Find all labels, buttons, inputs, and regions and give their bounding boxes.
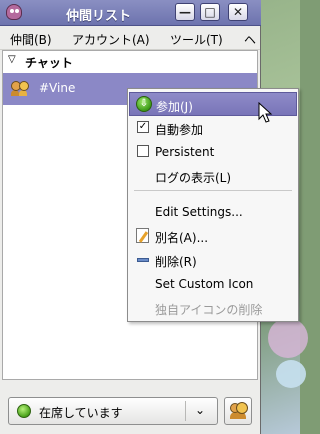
title-bar[interactable]: 仲間リスト — □ ✕ [0,0,261,26]
pidgin-app-icon [6,4,22,20]
minimize-button[interactable]: — [175,3,195,21]
window-title: 仲間リスト [66,9,132,24]
menu-item-persistent[interactable]: Persistent [129,140,297,164]
remove-icon [137,258,149,262]
menu-item-label: 独自アイコンの削除 [155,303,263,317]
checkbox-unchecked-icon[interactable] [137,145,149,157]
menu-item-label: 別名(A)... [155,231,209,245]
menu-item-label: Edit Settings... [155,205,243,219]
menu-item-remove-custom-icon: 独自アイコンの削除 [129,296,297,320]
status-area: 在席しています ⌄ [2,393,258,429]
menu-buddies[interactable]: 仲間(B) [10,31,52,48]
desktop-flower-decoration [268,318,308,358]
menu-separator [134,190,292,191]
status-selector[interactable]: 在席しています ⌄ [8,397,218,425]
buddy-icon-button[interactable] [224,397,252,425]
close-icon: ✕ [232,5,244,19]
expander-arrow-icon[interactable]: ▽ [8,54,16,65]
alias-icon [136,228,149,243]
maximize-icon: □ [204,5,216,19]
menu-item-edit-settings[interactable]: Edit Settings... [129,200,297,224]
group-row-chat[interactable]: ▽ チャット [3,53,257,71]
menu-item-remove[interactable]: 削除(R) [129,248,297,272]
desktop-flower-decoration [276,360,306,388]
close-button[interactable]: ✕ [228,3,248,21]
minimize-icon: — [179,5,191,19]
status-divider [185,401,186,421]
mouse-pointer-icon [258,102,273,123]
menu-accounts[interactable]: アカウント(A) [72,31,150,48]
menu-item-label: ログの表示(L) [155,171,232,185]
menu-item-alias[interactable]: 別名(A)... [129,224,297,248]
status-label: 在席しています [39,406,123,420]
menu-bar: 仲間(B) アカウント(A) ツール(T) ヘ [0,27,260,50]
menu-item-label: Set Custom Icon [155,277,254,291]
chevron-down-icon: ⌄ [195,403,206,417]
menu-item-label: 参加(J) [156,100,193,114]
menu-item-set-custom-icon[interactable]: Set Custom Icon [129,272,297,296]
menu-item-view-log[interactable]: ログの表示(L) [129,164,297,188]
menu-help[interactable]: ヘ [244,31,256,48]
available-status-icon [17,404,31,418]
chat-name: #Vine [39,81,76,95]
checkbox-checked-icon[interactable]: ✓ [137,121,149,133]
menu-item-label: 自動参加 [155,123,204,137]
group-label: チャット [25,56,73,70]
maximize-button[interactable]: □ [200,3,220,21]
menu-item-label: Persistent [155,145,215,159]
chat-group-icon [11,81,29,97]
join-icon: ⇩ [136,96,152,112]
menu-item-label: 削除(R) [155,255,197,269]
menu-tools[interactable]: ツール(T) [170,31,223,48]
